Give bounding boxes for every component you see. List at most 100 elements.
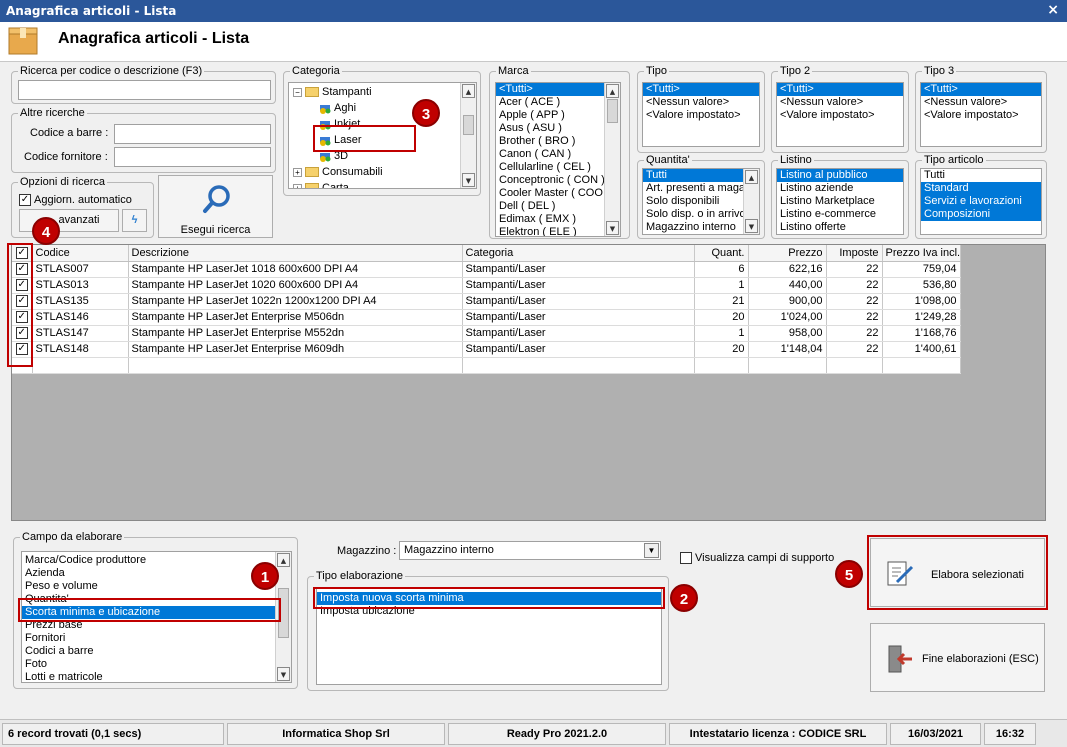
step-badge-3: 3 [412,99,440,127]
list-item[interactable]: Canon ( CAN ) [496,148,620,161]
expand-icon[interactable]: + [293,183,302,188]
column-header[interactable]: Prezzo Iva incl. [882,245,961,262]
list-item[interactable]: Edimax ( EMX ) [496,213,620,226]
list-item[interactable]: Magazzino interno [643,221,759,234]
list-item[interactable]: Listino Marketplace [777,195,903,208]
list-item[interactable]: <Valore impostato> [777,109,903,122]
list-item[interactable]: Listino al pubblico [777,169,903,182]
list-item[interactable]: <Nessun valore> [643,96,759,109]
chevron-down-icon[interactable]: ▼ [644,543,659,558]
list-item[interactable]: <Tutti> [496,83,620,96]
table-cell: Stampante HP LaserJet Enterprise M609dh [128,341,463,358]
list-item[interactable]: Peso e volume [22,580,291,593]
run-search-button[interactable]: Esegui ricerca [158,175,273,238]
list-item[interactable]: <Tutti> [921,83,1041,96]
highlight-field [18,598,281,622]
type-list[interactable]: <Tutti> <Nessun valore> <Valore impostato> [642,82,760,147]
brand-list[interactable]: <Tutti> Acer ( ACE ) Apple ( APP ) Asus ( A… [495,82,621,237]
table-cell-empty [882,357,961,374]
box-icon [8,27,38,55]
list-item[interactable]: <Valore impostato> [921,109,1041,122]
column-header[interactable]: Descrizione [128,245,463,262]
status-license: Intestatario licenza : CODICE SRL [669,723,887,745]
table-row[interactable]: ✓ STLAS013 Stampante HP LaserJet 1020 600x… [12,277,961,294]
list-item[interactable]: Dell ( DEL ) [496,200,620,213]
table-cell: 22 [826,309,883,326]
table-cell: Stampante HP LaserJet Enterprise M506dn [128,309,463,326]
auto-update-checkbox[interactable]: ✓ [19,194,31,206]
list-item[interactable]: Art. presenti a magazzino [643,182,759,195]
list-item[interactable]: Solo disp. o in arrivo [643,208,759,221]
column-header[interactable]: Prezzo [748,245,827,262]
table-cell: STLAS147 [32,325,129,342]
list-item[interactable]: <Tutti> [643,83,759,96]
tree-node[interactable]: + Consumabili [289,164,476,180]
table-row[interactable]: ✓ STLAS146 Stampante HP LaserJet Enterpris… [12,309,961,326]
magnifier-icon [203,185,230,213]
list-item[interactable]: Cellularline ( CEL ) [496,161,620,174]
column-header[interactable]: Quant. [694,245,749,262]
lightning-button[interactable]: ϟ [122,209,147,232]
table-cell: 21 [694,293,749,310]
list-item[interactable]: <Nessun valore> [777,96,903,109]
list-item[interactable]: Fornitori [22,632,291,645]
table-row[interactable]: ✓ STLAS007 Stampante HP LaserJet 1018 600x… [12,261,961,278]
list-item[interactable]: Codici a barre [22,645,291,658]
list-item[interactable]: Listino e-commerce [777,208,903,221]
tree-node[interactable]: Aghi [289,100,476,116]
list-item[interactable]: Servizi e lavorazioni [921,195,1041,208]
table-row[interactable]: ✓ STLAS147 Stampante HP LaserJet Enterpris… [12,325,961,342]
table-cell: 1'249,28 [882,309,961,326]
close-icon[interactable]: × [1047,2,1059,18]
type3-list[interactable]: <Tutti> <Nessun valore> <Valore impostato> [920,82,1042,147]
table-cell: 20 [694,309,749,326]
list-item[interactable]: Solo disponibili [643,195,759,208]
pricelist-list[interactable]: Listino al pubblico Listino aziende Listin… [776,168,904,235]
table-cell: Stampante HP LaserJet 1022n 1200x1200 DP… [128,293,463,310]
list-item[interactable]: Lotti e matricole [22,671,291,682]
step-badge-5: 5 [835,560,863,588]
list-item[interactable]: <Nessun valore> [921,96,1041,109]
list-item[interactable]: Cooler Master ( COO ) [496,187,620,200]
quantity-list[interactable]: Tutti Art. presenti a magazzino Solo dispo… [642,168,760,235]
list-item[interactable]: Apple ( APP ) [496,109,620,122]
tree-node[interactable]: − Stampanti [289,84,476,100]
table-row[interactable]: ✓ STLAS135 Stampante HP LaserJet 1022n 120… [12,293,961,310]
list-item[interactable]: Listino aziende [777,182,903,195]
list-item[interactable]: Foto [22,658,291,671]
list-item[interactable]: Elektron ( ELE ) [496,226,620,236]
list-item[interactable]: Listino offerte [777,221,903,234]
column-header[interactable]: Imposte [826,245,883,262]
warehouse-select[interactable]: Magazzino interno ▼ [399,541,661,560]
tree-node[interactable]: + Carta [289,180,476,188]
status-records: 6 record trovati (0,1 secs) [2,723,224,745]
column-header[interactable]: Categoria [462,245,695,262]
table-row[interactable]: ✓ STLAS148 Stampante HP LaserJet Enterpris… [12,341,961,358]
list-item[interactable]: Acer ( ACE ) [496,96,620,109]
list-item[interactable]: Marca/Codice produttore [22,554,291,567]
articles-grid[interactable]: ✓ Codice Descrizione Categoria Quant. Prezzo I… [11,244,1046,521]
list-item[interactable]: Asus ( ASU ) [496,122,620,135]
column-header[interactable]: Codice [32,245,129,262]
supplier-code-input[interactable] [114,147,271,167]
article-type-list[interactable]: Tutti Standard Servizi e lavorazioni Compos… [920,168,1042,235]
search-input[interactable] [18,80,271,100]
list-item[interactable]: Tutti [921,169,1041,182]
expand-icon[interactable]: − [293,87,302,97]
support-fields-checkbox[interactable] [680,552,692,564]
list-item[interactable]: <Valore impostato> [643,109,759,122]
barcode-input[interactable] [114,124,271,144]
end-processing-button[interactable]: Fine elaborazioni (ESC) [870,623,1045,692]
list-item[interactable]: Conceptronic ( CON ) [496,174,620,187]
list-item[interactable]: <Tutti> [777,83,903,96]
articles-table: ✓ Codice Descrizione Categoria Quant. Prezzo I… [12,245,961,374]
list-item[interactable]: Composizioni [921,208,1041,221]
expand-icon[interactable]: + [293,167,302,177]
table-cell: 6 [694,261,749,278]
exit-door-icon [888,645,912,673]
list-item[interactable]: Brother ( BRO ) [496,135,620,148]
type2-list[interactable]: <Tutti> <Nessun valore> <Valore impostato> [776,82,904,147]
list-item[interactable]: Standard [921,182,1041,195]
table-cell: Stampanti/Laser [462,341,695,358]
list-item[interactable]: Tutti [643,169,759,182]
